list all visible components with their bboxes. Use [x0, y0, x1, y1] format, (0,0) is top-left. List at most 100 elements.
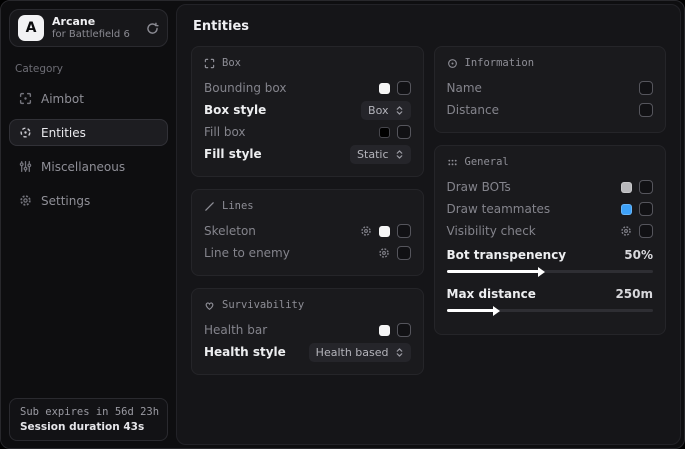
panel-header-label: Box [222, 57, 241, 69]
sidebar-item-settings[interactable]: Settings [9, 187, 168, 214]
checkbox[interactable] [397, 224, 411, 238]
sidebar-item-label: Miscellaneous [41, 160, 125, 174]
checkbox[interactable] [639, 202, 653, 216]
setting-row-draw-teammates: Draw teammates [447, 198, 654, 220]
panel-information-header: Information [447, 57, 654, 69]
setting-label: Health bar [204, 323, 379, 337]
refresh-icon[interactable] [146, 22, 159, 35]
gear-icon[interactable] [360, 225, 372, 237]
checkbox[interactable] [639, 103, 653, 117]
sidebar-item-entities[interactable]: Entities [9, 119, 168, 146]
page-title: Entities [193, 19, 664, 34]
slider-label: Max distance [447, 287, 616, 301]
gear-icon[interactable] [378, 247, 390, 259]
slider-fill[interactable] [447, 309, 494, 312]
panel-header-label: General [465, 156, 509, 168]
panel-lines: Lines Skeleton [191, 189, 424, 276]
app-card: A Arcane for Battlefield 6 [9, 9, 168, 47]
slider-bot-transparency: Bot transpenency 50% [447, 245, 654, 273]
info-icon [447, 58, 458, 69]
slider-value: 250m [615, 287, 653, 301]
setting-row-distance: Distance [447, 99, 654, 121]
sidebar-item-label: Entities [41, 126, 86, 140]
setting-label: Visibility check [447, 224, 621, 238]
chevron-updown-icon [395, 149, 404, 160]
box-icon [204, 58, 215, 69]
app-logo: A [18, 15, 44, 41]
setting-row-skeleton: Skeleton [204, 220, 411, 242]
setting-row-draw-bots: Draw BOTs [447, 176, 654, 198]
session-duration-text: Session duration 43s [20, 421, 157, 433]
setting-row-bounding-box: Bounding box [204, 77, 411, 99]
setting-row-fill-style: Fill style Static [204, 143, 411, 165]
setting-label: Health style [204, 345, 309, 359]
sidebar: A Arcane for Battlefield 6 Category Aimb [1, 1, 176, 448]
app-name: Arcane [52, 15, 130, 29]
heart-icon [204, 300, 215, 311]
checkbox[interactable] [639, 224, 653, 238]
slider[interactable] [447, 309, 654, 312]
slider-fill[interactable] [447, 270, 540, 273]
sidebar-item-miscellaneous[interactable]: Miscellaneous [9, 153, 168, 180]
category-label: Category [15, 63, 162, 75]
setting-label: Draw teammates [447, 202, 622, 216]
slider-max-distance: Max distance 250m [447, 284, 654, 312]
sidebar-item-aimbot[interactable]: Aimbot [9, 85, 168, 112]
setting-label: Bounding box [204, 81, 379, 95]
color-swatch[interactable] [621, 182, 632, 193]
right-column: Information Name Distance [434, 46, 667, 347]
checkbox[interactable] [397, 323, 411, 337]
color-swatch[interactable] [379, 226, 390, 237]
color-swatch[interactable] [379, 325, 390, 336]
dropdown-value: Health based [316, 346, 389, 359]
setting-label: Fill style [204, 147, 350, 161]
subscription-card: Sub expires in 56d 23h Session duration … [9, 398, 168, 441]
panel-header-label: Survivability [222, 299, 304, 311]
setting-row-health-style: Health style Health based [204, 341, 411, 363]
chevron-updown-icon [395, 105, 404, 116]
color-swatch[interactable] [379, 83, 390, 94]
checkbox[interactable] [397, 81, 411, 95]
setting-label: Box style [204, 103, 361, 117]
panel-header-label: Information [465, 57, 535, 69]
sidebar-item-label: Aimbot [41, 92, 84, 106]
color-swatch[interactable] [379, 127, 390, 138]
fill-style-dropdown[interactable]: Static [350, 145, 410, 164]
checkbox[interactable] [397, 246, 411, 260]
health-style-dropdown[interactable]: Health based [309, 343, 411, 362]
gear-icon[interactable] [620, 225, 632, 237]
panel-information: Information Name Distance [434, 46, 667, 133]
setting-label: Skeleton [204, 224, 360, 238]
checkbox[interactable] [639, 180, 653, 194]
panel-box-header: Box [204, 57, 411, 69]
setting-label: Draw BOTs [447, 180, 622, 194]
dropdown-value: Static [357, 148, 388, 161]
line-icon [204, 201, 215, 212]
panel-box: Box Bounding box Box style Box [191, 46, 424, 177]
setting-label: Fill box [204, 125, 379, 139]
box-style-dropdown[interactable]: Box [361, 101, 410, 120]
setting-row-box-style: Box style Box [204, 99, 411, 121]
slider-value: 50% [624, 248, 653, 262]
setting-row-visibility-check: Visibility check [447, 220, 654, 242]
checkbox[interactable] [397, 125, 411, 139]
sliders-icon [19, 160, 32, 173]
slider[interactable] [447, 270, 654, 273]
setting-row-fill-box: Fill box [204, 121, 411, 143]
app-subtitle: for Battlefield 6 [52, 29, 130, 42]
color-swatch[interactable] [621, 204, 632, 215]
panel-survivability-header: Survivability [204, 299, 411, 311]
setting-row-line-to-enemy: Line to enemy [204, 242, 411, 264]
panel-general-header: General [447, 156, 654, 168]
checkbox[interactable] [639, 81, 653, 95]
setting-label: Distance [447, 103, 640, 117]
panel-lines-header: Lines [204, 200, 411, 212]
main-content: Entities Box B [176, 4, 681, 445]
panel-header-label: Lines [222, 200, 254, 212]
panel-general: General Draw BOTs Draw teammates [434, 145, 667, 335]
sub-expiry-text: Sub expires in 56d 23h [20, 406, 157, 418]
left-column: Box Bounding box Box style Box [191, 46, 424, 387]
app-text: Arcane for Battlefield 6 [52, 15, 130, 41]
sidebar-item-label: Settings [41, 194, 90, 208]
gear-icon [19, 194, 32, 207]
